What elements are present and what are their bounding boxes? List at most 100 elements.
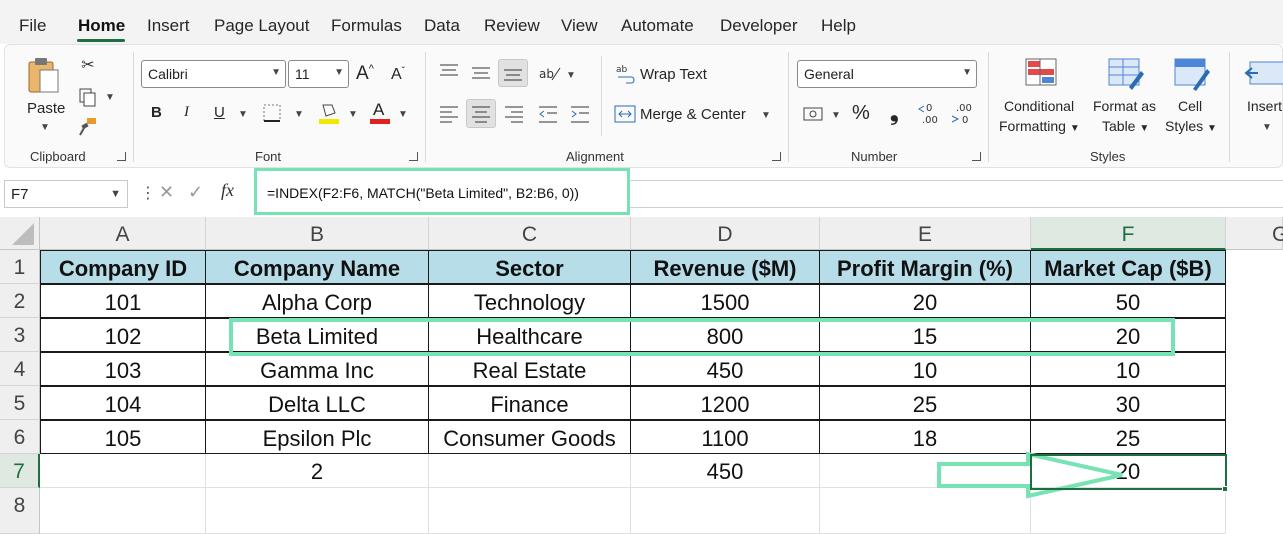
cell-b7[interactable]: 2 [206, 454, 429, 488]
more-options-icon[interactable]: ⋮ [140, 183, 156, 203]
paste-button[interactable]: Paste [27, 100, 65, 117]
name-box[interactable]: F7 ▼ [4, 180, 128, 208]
insert-cells-icon[interactable] [1244, 58, 1283, 90]
borders-chevron-down-icon[interactable]: ▼ [294, 109, 304, 120]
cell-e2[interactable]: 20 [819, 284, 1031, 318]
tab-file[interactable]: File [19, 16, 46, 36]
top-align-icon[interactable] [438, 62, 460, 82]
cancel-entry-icon[interactable]: ✕ [159, 182, 174, 203]
comma-style-button[interactable]: ❟ [890, 100, 899, 126]
cell-d5[interactable]: 1200 [630, 386, 820, 420]
cell-c8[interactable] [429, 488, 631, 534]
cell-b8[interactable] [206, 488, 429, 534]
cell-f5[interactable]: 30 [1030, 386, 1226, 420]
alignment-launcher-icon[interactable] [772, 152, 781, 161]
column-header-e[interactable]: E [820, 217, 1031, 250]
wrap-text-button[interactable]: Wrap Text [640, 66, 707, 83]
fill-color-icon[interactable] [318, 101, 340, 125]
cell-styles-button[interactable]: Cell [1178, 98, 1202, 114]
cell-styles-label-2[interactable]: Styles ▼ [1165, 118, 1217, 134]
column-header-b[interactable]: B [206, 217, 429, 250]
cell-a6[interactable]: 105 [40, 420, 206, 454]
column-header-g[interactable]: G [1226, 217, 1283, 250]
tab-page-layout[interactable]: Page Layout [214, 16, 309, 36]
cell-d6[interactable]: 1100 [630, 420, 820, 454]
percent-style-button[interactable]: % [852, 102, 870, 125]
bottom-align-button[interactable] [498, 59, 528, 87]
cut-icon[interactable]: ✂ [78, 55, 98, 75]
increase-decimal-icon[interactable]: 0.00 [918, 100, 942, 126]
cell-c1[interactable]: Sector [428, 250, 631, 284]
cell-e1[interactable]: Profit Margin (%) [819, 250, 1031, 284]
accounting-format-icon[interactable] [802, 104, 826, 124]
bold-button[interactable]: B [151, 104, 162, 121]
tab-developer[interactable]: Developer [720, 16, 798, 36]
cell-f2[interactable]: 50 [1030, 284, 1226, 318]
cell-b6[interactable]: Epsilon Plc [205, 420, 429, 454]
increase-font-size-button[interactable]: A^ [356, 63, 374, 85]
cell-d1[interactable]: Revenue ($M) [630, 250, 820, 284]
tab-help[interactable]: Help [821, 16, 856, 36]
tab-data[interactable]: Data [424, 16, 460, 36]
format-as-table-label-2[interactable]: Table ▼ [1102, 118, 1149, 134]
merge-center-button[interactable]: Merge & Center [640, 106, 746, 123]
cell-a5[interactable]: 104 [40, 386, 206, 420]
paste-icon[interactable] [26, 56, 62, 96]
decrease-indent-icon[interactable] [537, 104, 559, 124]
cell-c5[interactable]: Finance [428, 386, 631, 420]
copy-icon[interactable] [78, 87, 98, 107]
tab-insert[interactable]: Insert [147, 16, 190, 36]
cell-a7[interactable] [40, 454, 206, 488]
tab-automate[interactable]: Automate [621, 16, 694, 36]
cell-c7[interactable] [429, 454, 631, 488]
row-header-8[interactable]: 8 [0, 488, 40, 534]
tab-review[interactable]: Review [484, 16, 540, 36]
cell-d2[interactable]: 1500 [630, 284, 820, 318]
font-size-select[interactable]: 11 ▼ [288, 60, 349, 88]
cell-a4[interactable]: 103 [40, 352, 206, 386]
row-header-4[interactable]: 4 [0, 352, 40, 386]
fill-color-chevron-down-icon[interactable]: ▼ [348, 109, 358, 120]
row-header-3[interactable]: 3 [0, 318, 40, 352]
column-header-c[interactable]: C [429, 217, 631, 250]
align-right-icon[interactable] [503, 104, 525, 124]
cell-d7[interactable]: 450 [631, 454, 820, 488]
cell-styles-icon[interactable] [1173, 57, 1211, 91]
tab-home[interactable]: Home [78, 16, 125, 36]
formula-input[interactable]: =INDEX(F2:F6, MATCH("Beta Limited", B2:B… [267, 185, 579, 201]
wrap-text-icon[interactable]: ab [616, 63, 636, 85]
cell-c4[interactable]: Real Estate [428, 352, 631, 386]
align-left-icon[interactable] [438, 104, 460, 124]
cell-a2[interactable]: 101 [40, 284, 206, 318]
confirm-entry-icon[interactable]: ✓ [188, 182, 203, 203]
cell-b4[interactable]: Gamma Inc [205, 352, 429, 386]
row-header-7[interactable]: 7 [0, 454, 40, 488]
number-format-select[interactable]: General ▼ [797, 60, 977, 88]
paste-chevron-down-icon[interactable]: ▼ [40, 122, 50, 133]
font-color-chevron-down-icon[interactable]: ▼ [398, 109, 408, 120]
cell-c6[interactable]: Consumer Goods [428, 420, 631, 454]
row-header-1[interactable]: 1 [0, 250, 40, 284]
cell-e6[interactable]: 18 [819, 420, 1031, 454]
cell-f6[interactable]: 25 [1030, 420, 1226, 454]
middle-align-icon[interactable] [470, 62, 492, 82]
cell-f1[interactable]: Market Cap ($B) [1030, 250, 1226, 284]
merge-center-chevron-down-icon[interactable]: ▼ [761, 110, 771, 121]
cell-a8[interactable] [40, 488, 206, 534]
cell-b1[interactable]: Company Name [205, 250, 429, 284]
increase-indent-icon[interactable] [569, 104, 591, 124]
select-all-button[interactable] [0, 217, 40, 250]
format-as-table-button[interactable]: Format as [1093, 98, 1156, 114]
orientation-chevron-down-icon[interactable]: ▼ [566, 70, 576, 81]
number-launcher-icon[interactable] [972, 152, 981, 161]
copy-chevron-down-icon[interactable]: ▼ [105, 92, 115, 103]
cell-b5[interactable]: Delta LLC [205, 386, 429, 420]
column-header-f[interactable]: F [1031, 217, 1226, 250]
cell-e4[interactable]: 10 [819, 352, 1031, 386]
decrease-font-size-button[interactable]: Aˇ [391, 66, 405, 84]
column-header-a[interactable]: A [40, 217, 206, 250]
insert-cells-chevron-down-icon[interactable]: ▼ [1262, 122, 1272, 133]
font-launcher-icon[interactable] [409, 152, 418, 161]
decrease-decimal-icon[interactable]: .00 0 [950, 100, 974, 126]
insert-cells-button[interactable]: Insert [1247, 98, 1282, 114]
